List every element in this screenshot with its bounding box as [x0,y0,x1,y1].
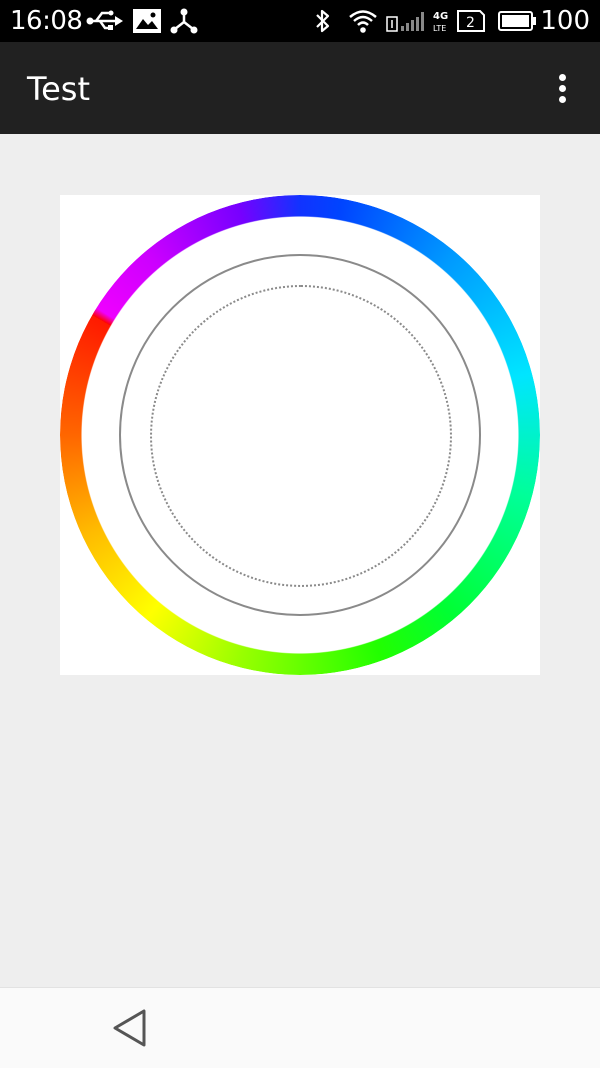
color-wheel-picker[interactable] [60,195,540,675]
usb-icon [86,10,123,30]
share-hub-icon [170,8,198,34]
page-title: Test [27,70,91,108]
overflow-menu-button[interactable] [546,68,578,110]
navigation-bar [0,987,600,1068]
overflow-menu-icon [559,74,566,81]
status-bar: 16:08 4G LTE 2 100 [0,0,600,42]
signal-icon [386,12,424,32]
battery-icon [498,11,536,31]
sim-icon: 2 [457,10,485,32]
back-triangle-icon [113,1009,146,1047]
image-icon [133,9,161,33]
sim-slot-label: 2 [466,15,475,31]
back-button[interactable] [108,1006,152,1050]
app-bar: Test [0,42,600,134]
battery-level: 100 [540,6,590,36]
bluetooth-icon [316,9,330,33]
wifi-icon [349,10,377,33]
svg-text:4G: 4G [433,11,448,22]
inner-dotted-circle [150,285,452,587]
status-time: 16:08 [10,6,83,36]
svg-text:LTE: LTE [433,24,446,33]
network-type-icon: 4G LTE [433,11,448,33]
main-content [0,134,600,987]
